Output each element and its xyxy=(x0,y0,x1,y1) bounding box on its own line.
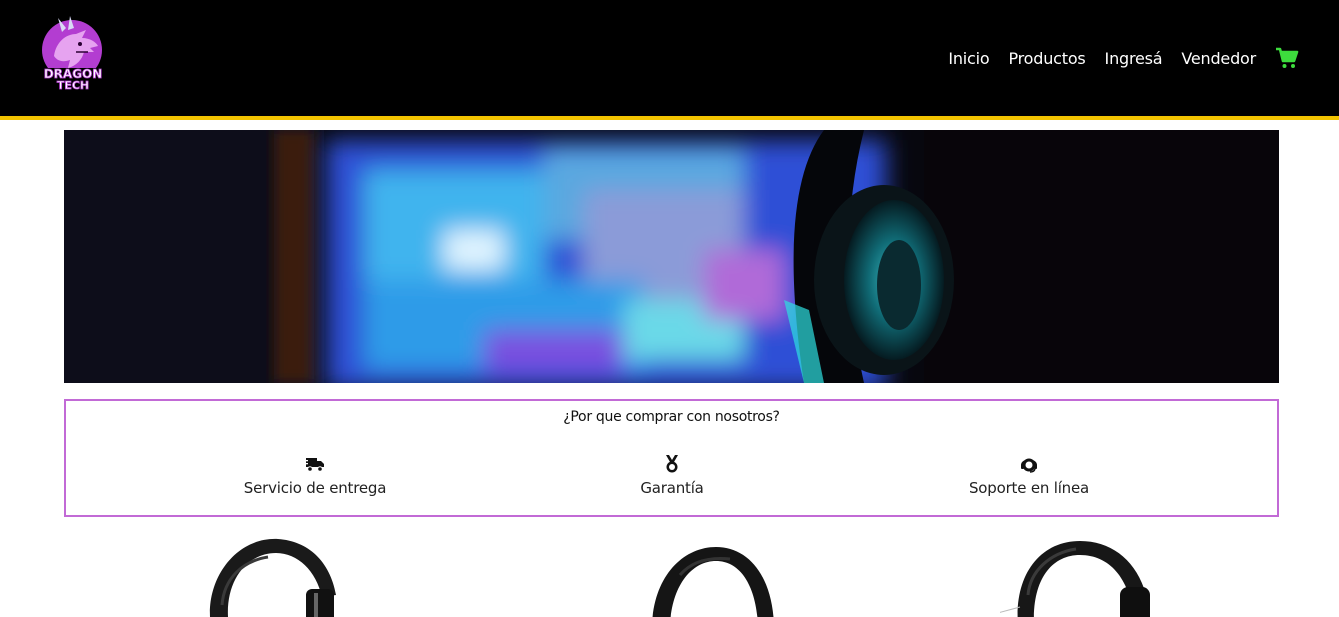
headset-image xyxy=(1000,541,1150,617)
feature-support-label: Soporte en línea xyxy=(968,479,1089,497)
feature-delivery: Servicio de entrega xyxy=(195,454,435,497)
medal-icon xyxy=(661,454,683,474)
headset-image xyxy=(652,547,774,617)
main-nav: Inicio Productos Ingresá Vendedor xyxy=(948,42,1299,74)
hero-banner xyxy=(64,130,1279,383)
product-card-2[interactable] xyxy=(640,535,800,617)
product-card-3[interactable] xyxy=(1000,535,1160,617)
nav-productos[interactable]: Productos xyxy=(1008,49,1085,68)
dragon-logo-icon: DRAGON TECH xyxy=(40,16,106,92)
headset-image xyxy=(209,538,336,617)
nav-vendedor[interactable]: Vendedor xyxy=(1181,49,1256,68)
dragon-tech-logo[interactable]: DRAGON TECH xyxy=(36,12,110,94)
logo-text-line2: TECH xyxy=(57,79,89,92)
why-buy-section: ¿Por que comprar con nosotros? Servicio … xyxy=(64,399,1279,517)
shopping-cart-icon[interactable] xyxy=(1275,46,1299,70)
product-card-1[interactable] xyxy=(198,535,358,617)
site-header: DRAGON TECH Inicio Productos Ingresá Ven… xyxy=(0,0,1339,116)
nav-inicio[interactable]: Inicio xyxy=(948,49,989,68)
headset-support-icon xyxy=(1018,454,1040,474)
hero-gaming-image xyxy=(64,130,1279,383)
feature-support: Soporte en línea xyxy=(909,454,1149,497)
delivery-truck-icon xyxy=(304,454,326,474)
nav-ingresa[interactable]: Ingresá xyxy=(1105,49,1163,68)
feature-delivery-label: Servicio de entrega xyxy=(243,479,387,497)
feature-warranty: Garantía xyxy=(552,454,792,497)
feature-warranty-label: Garantía xyxy=(640,479,704,497)
header-accent-bar xyxy=(0,116,1339,120)
why-buy-title: ¿Por que comprar con nosotros? xyxy=(563,409,780,425)
